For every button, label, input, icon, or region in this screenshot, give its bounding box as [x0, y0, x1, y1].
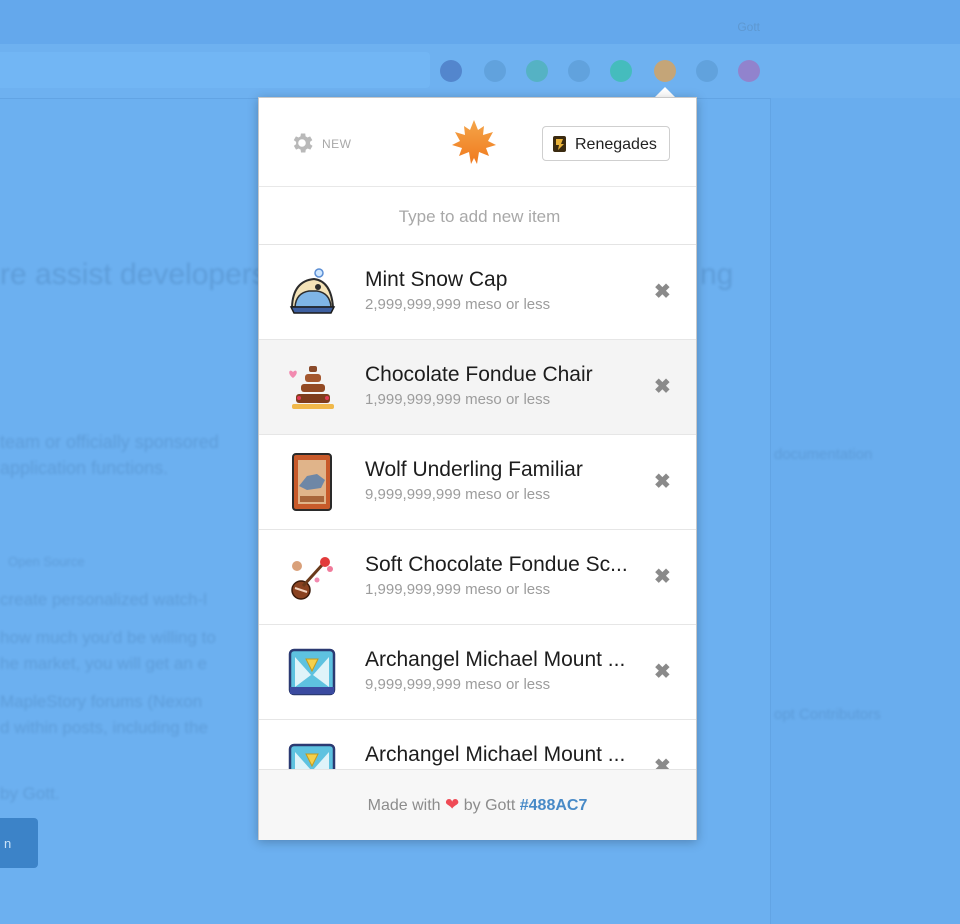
new-badge: NEW	[322, 137, 352, 151]
blurred-text: create personalized watch-l	[0, 590, 207, 609]
remove-item-button[interactable]: ✖	[654, 564, 671, 589]
browser-title-bar: Gott	[0, 0, 960, 44]
blurred-text: he market, you will get an e	[0, 654, 207, 673]
made-with-text: Made with	[367, 797, 441, 814]
gear-icon[interactable]	[289, 130, 315, 156]
background-button-label: n	[4, 836, 12, 851]
list-item[interactable]: Wolf Underling Familiar 9,999,999,999 me…	[259, 435, 696, 530]
watch-list: Mint Snow Cap 2,999,999,999 meso or less…	[259, 245, 696, 769]
address-bar[interactable]	[0, 52, 430, 88]
blurred-tag: Open Source	[8, 554, 85, 569]
list-item[interactable]: Mint Snow Cap 2,999,999,999 meso or less…	[259, 245, 696, 340]
list-item[interactable]: Archangel Michael Mount ... ✖	[259, 720, 696, 769]
item-price: 2,999,999,999 meso or less	[365, 296, 551, 313]
archangel-mount-icon	[288, 743, 336, 769]
watchlist-popup: NEW Renegades Type to add new item Mint …	[258, 97, 700, 840]
remove-item-button[interactable]: ✖	[654, 279, 671, 304]
maple-leaf-icon	[452, 120, 496, 164]
extension-icon[interactable]	[696, 60, 718, 82]
remove-item-button[interactable]: ✖	[654, 659, 671, 684]
extension-icon[interactable]	[484, 60, 506, 82]
item-name: Chocolate Fondue Chair	[365, 363, 593, 386]
item-name: Wolf Underling Familiar	[365, 458, 583, 481]
chocolate-fondue-scepter-icon	[291, 557, 333, 600]
blurred-heading-end: ng	[700, 258, 734, 291]
extension-icon[interactable]	[738, 60, 760, 82]
item-price: 1,999,999,999 meso or less	[365, 581, 551, 598]
add-item-input[interactable]	[259, 187, 700, 246]
extension-icon[interactable]	[568, 60, 590, 82]
extension-icon[interactable]	[610, 60, 632, 82]
add-item-box	[259, 187, 700, 246]
blurred-text: application functions.	[0, 458, 169, 478]
item-name: Mint Snow Cap	[365, 268, 508, 291]
item-name: Soft Chocolate Fondue Sc...	[365, 553, 628, 576]
blurred-text: how much you'd be willing to	[0, 628, 216, 647]
mint-snow-cap-icon	[289, 268, 336, 314]
list-item[interactable]: Chocolate Fondue Chair 1,999,999,999 mes…	[259, 340, 696, 435]
side-panel	[770, 98, 960, 924]
blurred-link: opt Contributors	[774, 706, 881, 723]
blurred-heading: re assist developers	[0, 258, 267, 291]
remove-item-button[interactable]: ✖	[654, 469, 671, 494]
item-price: 9,999,999,999 meso or less	[365, 486, 551, 503]
renegades-emblem-icon	[553, 136, 566, 152]
extension-icon[interactable]	[526, 60, 548, 82]
list-item[interactable]: Archangel Michael Mount ... 9,999,999,99…	[259, 625, 696, 720]
popup-footer: Made with ❤ by Gott #488AC7	[259, 769, 696, 840]
blurred-text: documentation	[774, 446, 873, 463]
remove-item-button[interactable]: ✖	[654, 374, 671, 399]
footer-credit: Made with ❤ by Gott #488AC7	[259, 795, 696, 815]
list-item[interactable]: Soft Chocolate Fondue Sc... 1,999,999,99…	[259, 530, 696, 625]
world-select-button[interactable]: Renegades	[542, 126, 670, 161]
item-price: 1,999,999,999 meso or less	[365, 391, 551, 408]
item-price: 9,999,999,999 meso or less	[365, 676, 551, 693]
item-name: Archangel Michael Mount ...	[365, 648, 626, 671]
blurred-text: MapleStory forums (Nexon	[0, 692, 203, 711]
author-text: by Gott	[463, 797, 516, 814]
extension-icon[interactable]	[440, 60, 462, 82]
color-hex-link[interactable]: #488AC7	[520, 797, 588, 814]
world-name: Renegades	[575, 136, 657, 153]
heart-icon: ❤	[445, 795, 460, 814]
wolf-familiar-card-icon	[292, 453, 332, 511]
remove-item-button[interactable]: ✖	[654, 754, 671, 769]
archangel-mount-icon	[288, 648, 336, 696]
blurred-text: by Gott.	[0, 784, 60, 803]
item-name: Archangel Michael Mount ...	[365, 743, 626, 766]
blurred-text: team or officially sponsored	[0, 432, 219, 452]
blurred-text: d within posts, including the	[0, 718, 208, 737]
background-button[interactable]: n	[0, 818, 38, 868]
chocolate-fondue-chair-icon	[289, 366, 334, 409]
profile-name: Gott	[737, 20, 760, 34]
maple-extension-icon[interactable]	[654, 60, 676, 82]
popup-header: NEW Renegades	[259, 98, 696, 187]
